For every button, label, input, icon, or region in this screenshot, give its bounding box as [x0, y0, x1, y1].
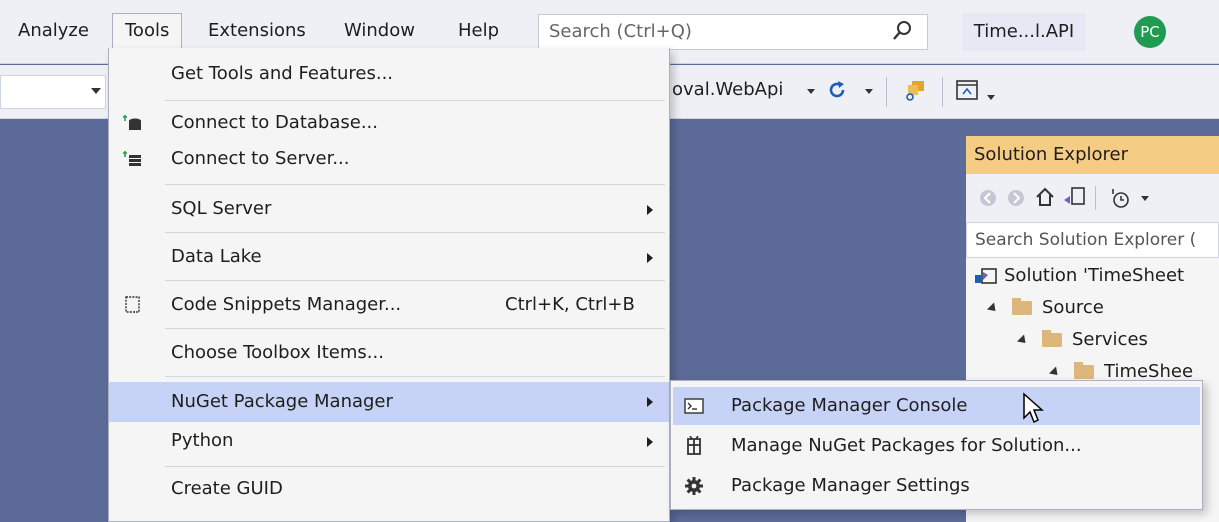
folder-icon [1012, 298, 1032, 315]
mouse-cursor-icon [1023, 392, 1044, 424]
menu-separator [165, 280, 665, 281]
back-icon[interactable] [978, 188, 998, 208]
submenu-arrow-icon [647, 397, 653, 407]
search-icon [893, 21, 911, 40]
menu-item-connect-server[interactable]: Connect to Server... [109, 140, 669, 178]
forward-icon[interactable] [1006, 188, 1026, 208]
chevron-down-icon[interactable] [865, 89, 873, 94]
toolbar-separator [1095, 186, 1096, 210]
solution-explorer-toolbar [966, 174, 1219, 222]
toolbar-separator [942, 77, 943, 107]
tree-item-label: Services [1072, 329, 1148, 350]
menu-extensions[interactable]: Extensions [208, 14, 306, 48]
menu-item-shortcut: Ctrl+K, Ctrl+B [505, 294, 635, 315]
solution-explorer-title: Solution Explorer [966, 136, 1219, 174]
menu-item-code-snippets[interactable]: Code Snippets Manager... Ctrl+K, Ctrl+B [109, 286, 669, 324]
snippet-icon [125, 296, 140, 313]
tree-item-label: Source [1042, 297, 1104, 318]
menu-item-label: Python [171, 430, 234, 451]
project-badge[interactable]: Time...l.API [962, 13, 1086, 51]
menu-tools[interactable]: Tools [112, 13, 183, 49]
nuget-submenu: Package Manager Console Manage NuGet Pac… [670, 380, 1203, 510]
menu-item-label: Get Tools and Features... [171, 63, 394, 84]
console-icon [684, 398, 704, 414]
solution-search-input[interactable]: Search Solution Explorer ( [966, 222, 1219, 258]
folder-icon [1074, 362, 1094, 379]
menu-item-data-lake[interactable]: Data Lake [109, 238, 669, 276]
search-placeholder: Search (Ctrl+Q) [549, 21, 692, 42]
menu-item-python[interactable]: Python [109, 422, 669, 460]
tree-item-solution[interactable]: Solution 'TimeSheet [974, 260, 1184, 292]
menu-item-label: Choose Toolbox Items... [171, 342, 384, 363]
chevron-down-icon[interactable] [987, 95, 995, 100]
gear-icon [685, 477, 703, 495]
menu-item-get-tools[interactable]: Get Tools and Features... [109, 55, 669, 93]
menu-window[interactable]: Window [344, 14, 415, 48]
startup-project-label[interactable]: oval.WebApi [672, 79, 783, 100]
tree-item-services[interactable]: Services [1016, 324, 1148, 356]
menu-item-choose-toolbox[interactable]: Choose Toolbox Items... [109, 334, 669, 372]
menu-item-label: Code Snippets Manager... [171, 294, 402, 315]
folder-icon [1042, 330, 1062, 347]
database-connect-icon [123, 115, 141, 130]
submenu-item-package-settings[interactable]: Package Manager Settings [673, 467, 1200, 505]
menu-item-nuget[interactable]: NuGet Package Manager [109, 382, 669, 422]
menu-separator [165, 466, 665, 467]
window-icon[interactable] [955, 78, 979, 102]
expand-triangle-icon[interactable] [986, 301, 1000, 315]
browser-link-icon[interactable] [902, 77, 928, 103]
submenu-item-manage-nuget[interactable]: Manage NuGet Packages for Solution... [673, 427, 1200, 465]
menu-separator [165, 328, 665, 329]
tree-item-source[interactable]: Source [986, 292, 1104, 324]
switch-views-icon[interactable] [1062, 186, 1086, 208]
chevron-down-icon[interactable] [1141, 196, 1149, 201]
tree-item-label: TimeShee [1104, 361, 1194, 382]
submenu-item-label: Package Manager Console [731, 395, 968, 416]
submenu-arrow-icon [647, 253, 653, 263]
submenu-arrow-icon [647, 437, 653, 447]
menu-item-label: Create GUID [171, 478, 283, 499]
menu-item-label: Connect to Database... [171, 112, 378, 133]
menu-separator [165, 100, 665, 101]
expand-triangle-icon[interactable] [1048, 365, 1062, 379]
menu-item-connect-database[interactable]: Connect to Database... [109, 104, 669, 142]
submenu-item-label: Package Manager Settings [731, 475, 970, 496]
toolbar-separator [886, 77, 887, 107]
nuget-package-icon [687, 436, 701, 455]
chevron-down-icon [91, 88, 101, 94]
menu-separator [165, 232, 665, 233]
menu-item-label: NuGet Package Manager [171, 391, 393, 412]
menu-item-label: Connect to Server... [171, 148, 350, 169]
quick-search-input[interactable]: Search (Ctrl+Q) [538, 14, 928, 50]
submenu-item-package-manager-console[interactable]: Package Manager Console [673, 387, 1200, 425]
menu-separator [165, 184, 665, 185]
submenu-arrow-icon [647, 205, 653, 215]
avatar[interactable]: PC [1134, 16, 1166, 48]
menu-help[interactable]: Help [458, 14, 499, 48]
menu-item-label: Data Lake [171, 246, 262, 267]
chevron-down-icon[interactable] [807, 89, 815, 94]
menu-analyze[interactable]: Analyze [18, 14, 89, 48]
server-connect-icon [123, 151, 141, 166]
tree-item-label: Solution 'TimeSheet [1004, 265, 1185, 286]
expand-triangle-icon[interactable] [1016, 333, 1030, 347]
refresh-icon[interactable] [826, 79, 848, 101]
menu-item-sql-server[interactable]: SQL Server [109, 190, 669, 228]
home-icon[interactable] [1034, 186, 1056, 208]
menu-item-create-guid[interactable]: Create GUID [109, 470, 669, 508]
config-dropdown[interactable] [0, 75, 106, 109]
menu-separator [165, 376, 665, 377]
pending-changes-icon[interactable] [1108, 186, 1132, 210]
menu-item-label: SQL Server [171, 198, 272, 219]
tools-menu: Get Tools and Features... Connect to Dat… [108, 48, 670, 522]
submenu-item-label: Manage NuGet Packages for Solution... [731, 435, 1082, 456]
solution-icon [975, 268, 997, 284]
